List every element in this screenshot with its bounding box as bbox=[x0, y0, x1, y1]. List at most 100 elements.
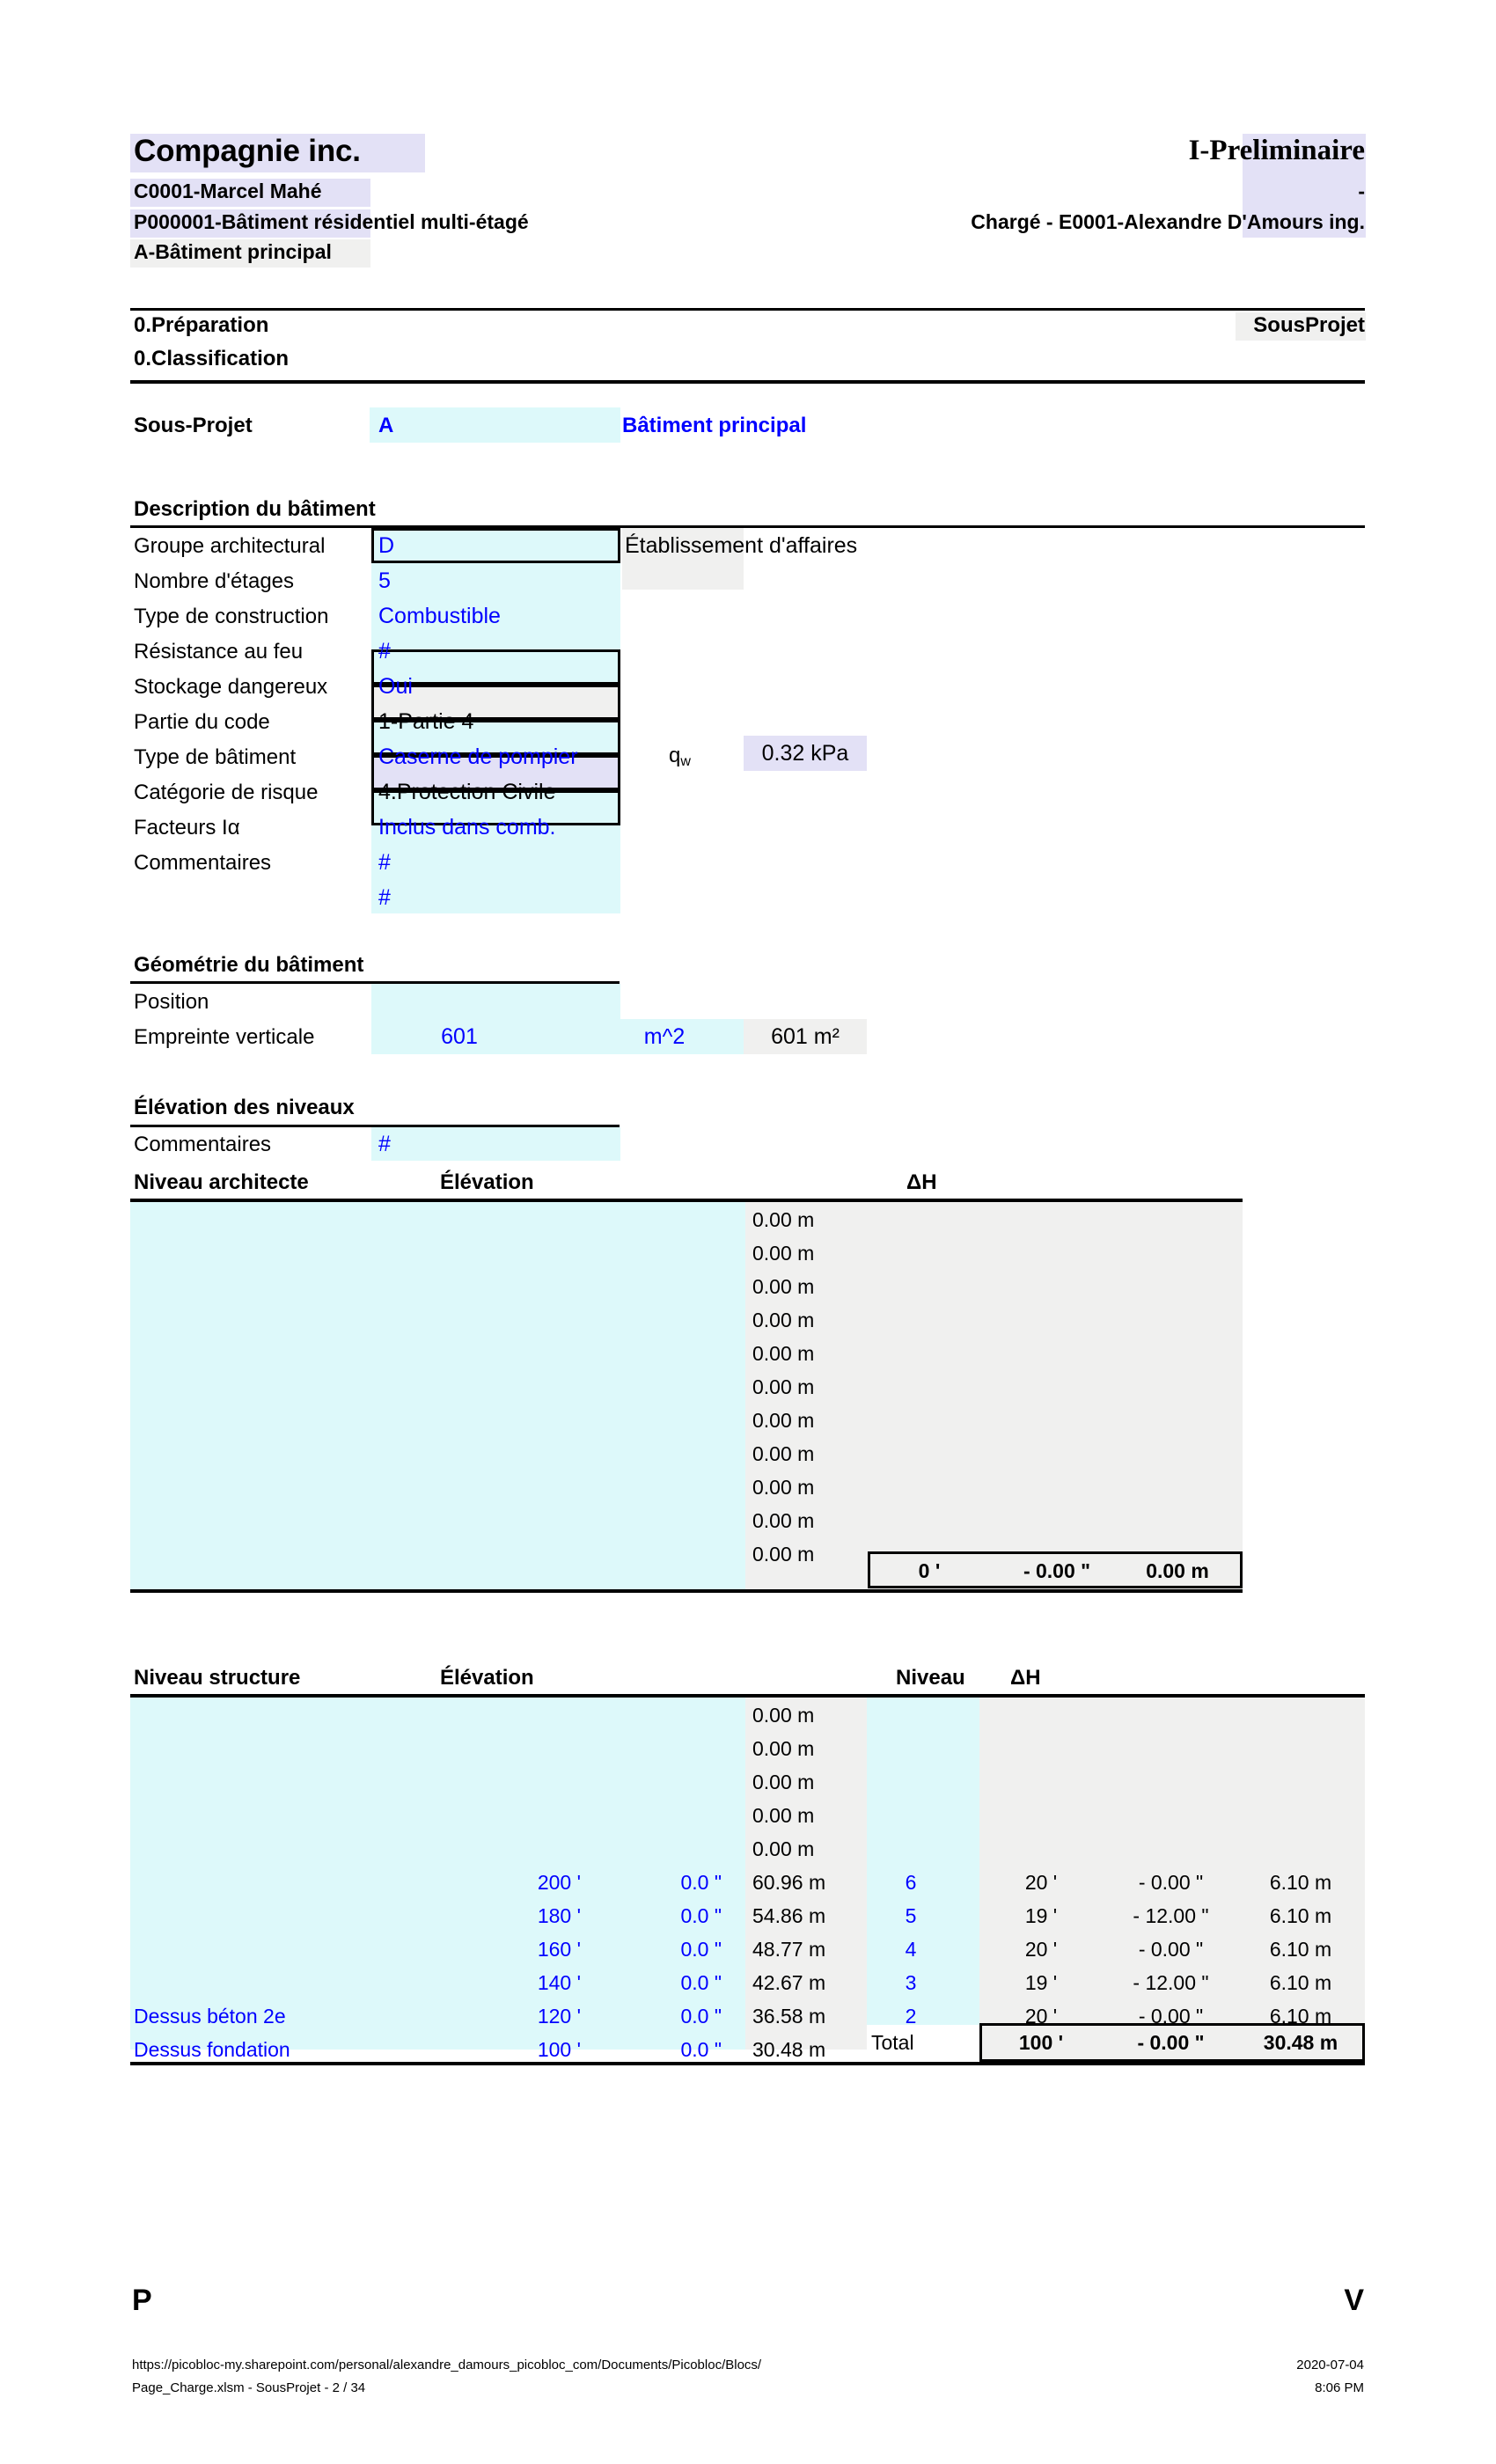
structure-row-6-lvl: 5 bbox=[905, 1904, 917, 1927]
architecte-row-10-elev-m: 0.00 m bbox=[752, 1543, 815, 1566]
architecte-row-9-elev-m: 0.00 m bbox=[752, 1509, 815, 1532]
field-value-10: # bbox=[378, 885, 391, 910]
structure-row-6-elev-in: 0.0 " bbox=[680, 1904, 722, 1927]
architecte-row-3-elev-m: 0.00 m bbox=[752, 1309, 815, 1331]
subproject-name: A-Bâtiment principal bbox=[134, 240, 332, 263]
structure-row-8-lvl: 3 bbox=[905, 1971, 917, 1994]
qw-symbol-sub: w bbox=[680, 754, 691, 769]
client-name: C0001-Marcel Mahé bbox=[134, 180, 322, 202]
structure-row-5-elev-m: 60.96 m bbox=[752, 1871, 826, 1894]
structure-row-5-dh-in: - 0.00 " bbox=[1138, 1871, 1204, 1894]
qw-symbol: qw bbox=[669, 744, 691, 770]
groupe-architectural-input[interactable] bbox=[371, 528, 620, 563]
architecte-total-in: - 0.00 " bbox=[1023, 1559, 1091, 1582]
architecte-col-niveau: Niveau architecte bbox=[134, 1170, 309, 1194]
field-note-0: Établissement d'affaires bbox=[625, 533, 858, 558]
structure-col-dh: ΔH bbox=[1010, 1666, 1041, 1690]
qw-value: 0.32 kPa bbox=[761, 741, 849, 766]
architecte-row-4-elev-m: 0.00 m bbox=[752, 1342, 815, 1365]
structure-row-5-dh-ft: 20 ' bbox=[1024, 1871, 1058, 1894]
structure-row-6-dh-in: - 12.00 " bbox=[1133, 1904, 1209, 1927]
structure-row-8-elev-in: 0.0 " bbox=[680, 1971, 722, 1994]
footer-path-line2: Page_Charge.xlsm - SousProjet - 2 / 34 bbox=[132, 2380, 366, 2395]
field-value-5: 1-Partie 4 bbox=[378, 709, 474, 734]
section-classification: 0.Classification bbox=[134, 347, 290, 370]
structure-col-elevation: Élévation bbox=[440, 1666, 534, 1690]
footer-date: 2020-07-04 bbox=[1296, 2358, 1364, 2372]
structure-row-10-niveau: Dessus fondation bbox=[134, 2038, 290, 2061]
architecte-row-5-elev-m: 0.00 m bbox=[752, 1375, 815, 1398]
field-label-8: Facteurs Iα bbox=[134, 816, 240, 840]
structure-row-7-dh-m: 6.10 m bbox=[1269, 1938, 1332, 1961]
position-value-cell[interactable] bbox=[371, 984, 620, 1019]
field-label-6: Type de bâtiment bbox=[134, 745, 297, 769]
field-label-1: Nombre d'étages bbox=[134, 569, 295, 593]
status-title: I-Preliminaire bbox=[1188, 135, 1365, 166]
structure-table-rule-bottom bbox=[130, 2062, 1365, 2065]
structure-total-label: Total bbox=[871, 2031, 914, 2054]
company-name: Compagnie inc. bbox=[134, 134, 361, 168]
architecte-row-6-elev-m: 0.00 m bbox=[752, 1409, 815, 1432]
structure-row-7-elev-in: 0.0 " bbox=[680, 1938, 722, 1961]
structure-row-5-lvl: 6 bbox=[905, 1871, 917, 1894]
field-label-7: Catégorie de risque bbox=[134, 781, 319, 804]
structure-row-9-lvl: 2 bbox=[905, 2005, 917, 2028]
field-label-4: Stockage dangereux bbox=[134, 675, 328, 699]
structure-row-9-niveau: Dessus béton 2e bbox=[134, 2005, 286, 2028]
architecte-row-1-elev-m: 0.00 m bbox=[752, 1242, 815, 1265]
structure-row-10-elev-in: 0.0 " bbox=[680, 2038, 722, 2061]
structure-row-6-dh-m: 6.10 m bbox=[1269, 1904, 1332, 1927]
architecte-row-2-elev-m: 0.00 m bbox=[752, 1275, 815, 1298]
structure-row-10-elev-ft: 100 ' bbox=[537, 2038, 581, 2061]
structure-row-7-dh-ft: 20 ' bbox=[1024, 1938, 1058, 1961]
field-value-3: # bbox=[378, 639, 391, 664]
structure-row-7-elev-ft: 160 ' bbox=[537, 1938, 581, 1961]
empreinte-result: 601 m² bbox=[771, 1024, 840, 1049]
field-label-3: Résistance au feu bbox=[134, 640, 304, 664]
section-sousprojet-tag: SousProjet bbox=[1253, 313, 1365, 337]
structure-row-5-dh-m: 6.10 m bbox=[1269, 1871, 1332, 1894]
architecte-row-0-elev-m: 0.00 m bbox=[752, 1208, 815, 1231]
footer-left-mark: P bbox=[132, 2284, 152, 2317]
section-preparation: 0.Préparation bbox=[134, 313, 269, 337]
architecte-col-dh: ΔH bbox=[906, 1170, 937, 1194]
sousprojet-name: Bâtiment principal bbox=[622, 414, 807, 437]
field-label-9: Commentaires bbox=[134, 851, 272, 875]
project-name: P000001-Bâtiment résidentiel multi-étagé bbox=[134, 210, 529, 233]
structure-row-1-elev-m: 0.00 m bbox=[752, 1737, 815, 1760]
structure-col-niveau-num: Niveau bbox=[896, 1666, 965, 1690]
field-label-5: Partie du code bbox=[134, 710, 270, 734]
structure-row-6-elev-ft: 180 ' bbox=[537, 1904, 581, 1927]
structure-row-9-elev-ft: 120 ' bbox=[537, 2005, 581, 2028]
architecte-row-7-elev-m: 0.00 m bbox=[752, 1442, 815, 1465]
empreinte-unit: m^2 bbox=[643, 1024, 686, 1049]
description-rule bbox=[130, 525, 1365, 528]
structure-row-8-elev-m: 42.67 m bbox=[752, 1971, 826, 1994]
structure-row-7-lvl: 4 bbox=[905, 1938, 917, 1961]
geometrie-title: Géométrie du bâtiment bbox=[134, 953, 364, 977]
footer-path-line1: https://picobloc-my.sharepoint.com/perso… bbox=[132, 2358, 762, 2372]
qw-symbol-q: q bbox=[669, 744, 681, 767]
field-value-6: Caserne de pompier bbox=[378, 744, 578, 769]
section-rule-bottom bbox=[130, 380, 1365, 384]
architecte-table-rule-bottom bbox=[130, 1589, 1243, 1593]
field-value-0: D bbox=[378, 533, 395, 558]
sousprojet-code-cell[interactable] bbox=[370, 407, 620, 443]
architecte-niveau-col-bg[interactable] bbox=[130, 1202, 745, 1589]
description-title: Description du bâtiment bbox=[134, 497, 376, 521]
field-value-2: Combustible bbox=[378, 604, 501, 628]
structure-row-7-dh-in: - 0.00 " bbox=[1138, 1938, 1204, 1961]
structure-row-4-elev-m: 0.00 m bbox=[752, 1837, 815, 1860]
structure-total-in: - 0.00 " bbox=[1137, 2031, 1205, 2054]
field-value-8: Inclus dans comb. bbox=[378, 815, 556, 840]
revision-dash: - bbox=[1358, 180, 1365, 202]
field-value-7: 4.Protection Civile bbox=[378, 780, 556, 804]
charge-name: Chargé - E0001-Alexandre D'Amours ing. bbox=[971, 210, 1365, 233]
structure-row-6-elev-m: 54.86 m bbox=[752, 1904, 826, 1927]
empreinte-label: Empreinte verticale bbox=[134, 1025, 315, 1049]
structure-row-8-elev-ft: 140 ' bbox=[537, 1971, 581, 1994]
elevation-comment-cell[interactable] bbox=[371, 1127, 620, 1161]
structure-row-8-dh-in: - 12.00 " bbox=[1133, 1971, 1209, 1994]
structure-total-m: 30.48 m bbox=[1263, 2031, 1338, 2054]
architecte-col-elevation: Élévation bbox=[440, 1170, 534, 1194]
